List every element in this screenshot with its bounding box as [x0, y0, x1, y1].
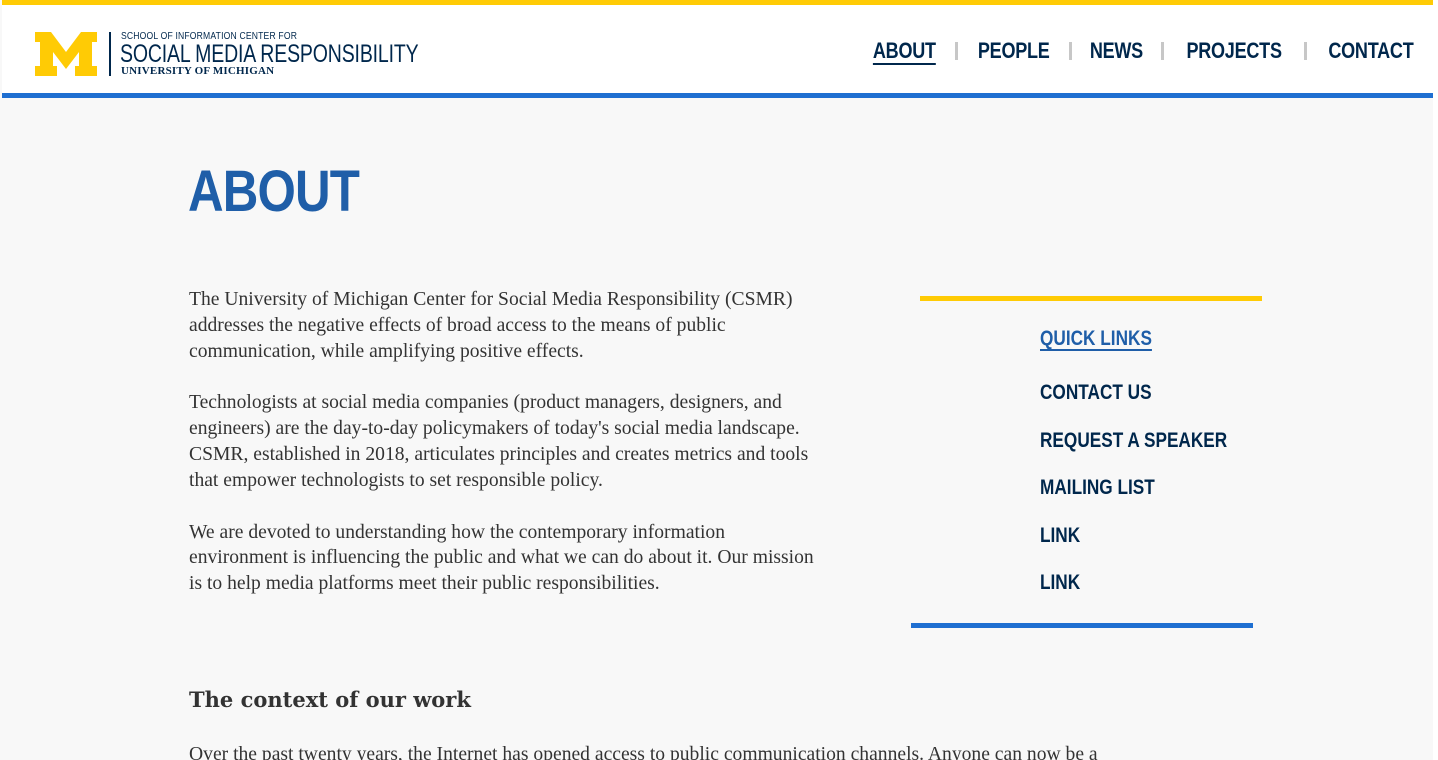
- site-logo[interactable]: SCHOOL OF INFORMATION CENTER FOR SOCIAL …: [35, 27, 425, 77]
- nav-projects[interactable]: PROJECTS: [1186, 38, 1282, 64]
- intro-paragraph: We are devoted to understanding how the …: [189, 521, 814, 595]
- header-bottom-bar: [2, 93, 1433, 98]
- intro-text: The University of Michigan Center for So…: [189, 287, 819, 623]
- nav-separator: [1161, 42, 1164, 60]
- nav-people[interactable]: PEOPLE: [978, 38, 1050, 64]
- nav-separator: [1304, 42, 1308, 60]
- nav-contact[interactable]: CONTACT: [1329, 38, 1414, 64]
- scrollbar-gutter: [1433, 0, 1438, 760]
- main-nav: ABOUT PEOPLE NEWS PROJECTS CONTACT: [866, 38, 1423, 64]
- logo-divider: [109, 32, 111, 76]
- block-m-icon: [35, 32, 97, 76]
- section-paragraph: Over the past twenty years, the Internet…: [189, 744, 1098, 760]
- nav-separator: [1069, 42, 1073, 60]
- nav-news[interactable]: NEWS: [1090, 38, 1143, 64]
- nav-about[interactable]: ABOUT: [873, 38, 936, 64]
- quick-link[interactable]: LINK: [1040, 571, 1227, 619]
- quick-links-title[interactable]: QUICK LINKS: [1040, 327, 1152, 351]
- logo-university-text: UNIVERSITY OF MICHIGAN: [121, 65, 275, 77]
- page-frame: SCHOOL OF INFORMATION CENTER FOR SOCIAL …: [2, 0, 1433, 760]
- intro-paragraph: Technologists at social media companies …: [189, 392, 809, 491]
- intro-paragraph: The University of Michigan Center for So…: [189, 289, 793, 362]
- quick-links-list: CONTACT US REQUEST A SPEAKER MAILING LIS…: [1040, 381, 1268, 619]
- section-heading: The context of our work: [189, 687, 471, 712]
- quick-link[interactable]: LINK: [1040, 524, 1227, 572]
- quick-link-request-speaker[interactable]: REQUEST A SPEAKER: [1040, 429, 1227, 477]
- quick-links-bottom-border: [911, 623, 1253, 628]
- site-header: SCHOOL OF INFORMATION CENTER FOR SOCIAL …: [2, 5, 1433, 93]
- quick-link-mailing-list[interactable]: MAILING LIST: [1040, 476, 1227, 524]
- quick-link-contact-us[interactable]: CONTACT US: [1040, 381, 1227, 429]
- page-title: ABOUT: [188, 159, 360, 224]
- quick-links-top-border: [920, 296, 1262, 301]
- nav-separator: [954, 42, 958, 60]
